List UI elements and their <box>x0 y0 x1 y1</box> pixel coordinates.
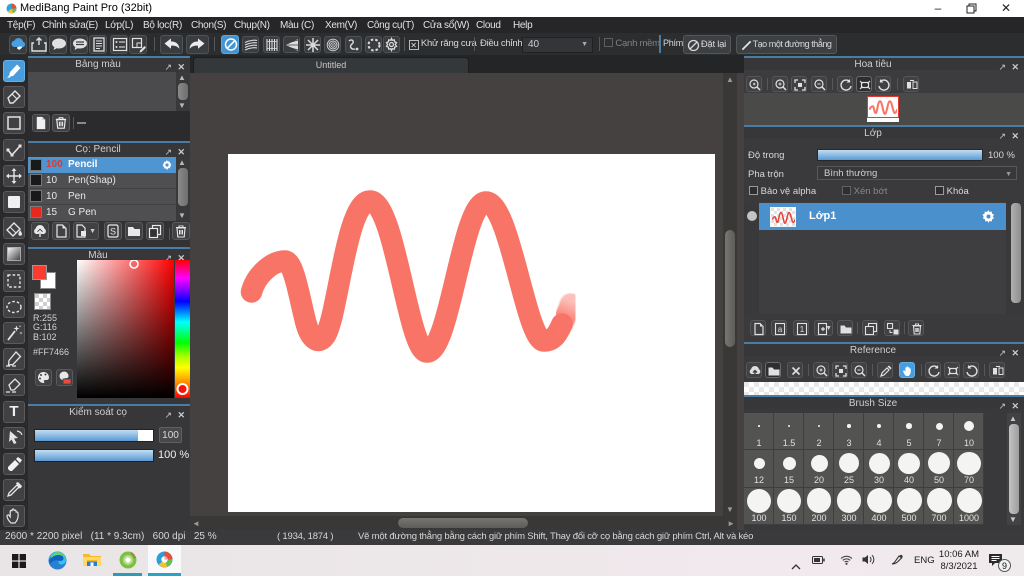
svg-text:a: a <box>778 325 783 334</box>
svg-text:S: S <box>110 227 116 237</box>
svg-text:1: 1 <box>800 325 805 334</box>
